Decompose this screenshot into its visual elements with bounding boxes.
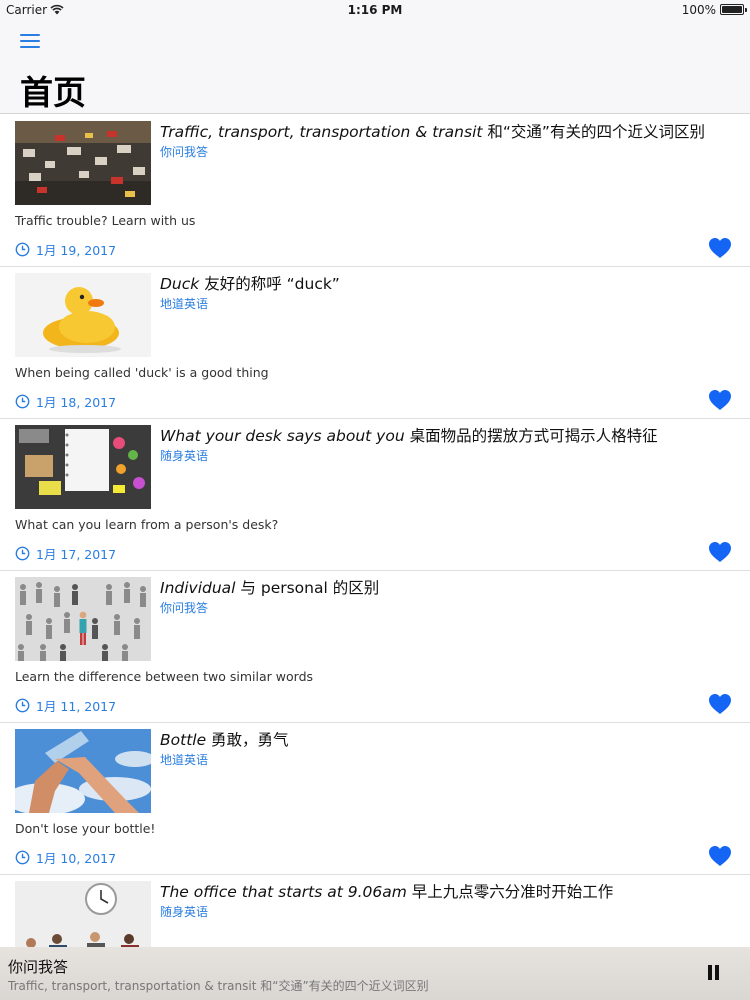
article-category[interactable]: 你问我答 — [160, 599, 208, 616]
article-summary: What can you learn from a person's desk? — [15, 517, 279, 532]
clock-icon — [15, 546, 30, 560]
article-thumbnail-duck[interactable] — [15, 273, 151, 357]
article-category[interactable]: 随身英语 — [160, 447, 208, 464]
clock-icon — [15, 850, 30, 864]
article-category[interactable]: 你问我答 — [160, 143, 208, 160]
clock-icon — [15, 698, 30, 712]
favorite-heart-icon[interactable] — [708, 693, 732, 715]
article-title[interactable]: Traffic, transport, transportation & tra… — [160, 120, 740, 142]
article-date: 1月 11, 2017 — [15, 696, 116, 714]
article-item[interactable]: Traffic, transport, transportation & tra… — [0, 115, 750, 267]
article-title[interactable]: Duck 友好的称呼 “duck” — [160, 272, 740, 294]
hamburger-menu-icon[interactable] — [20, 32, 42, 50]
article-summary: When being called 'duck' is a good thing — [15, 365, 269, 380]
pause-icon[interactable] — [708, 965, 720, 981]
favorite-heart-icon[interactable] — [708, 541, 732, 563]
navigation-bar: 首页 — [0, 20, 750, 114]
clock-icon — [15, 242, 30, 256]
article-summary: Learn the difference between two similar… — [15, 669, 314, 684]
article-category[interactable]: 随身英语 — [160, 903, 208, 920]
article-item[interactable]: Bottle 勇敢，勇气 地道英语 Don't lose your bottle… — [0, 723, 750, 875]
article-thumbnail-traffic[interactable] — [15, 121, 151, 205]
article-thumbnail-desk[interactable] — [15, 425, 151, 509]
page-title: 首页 — [20, 73, 86, 112]
article-item[interactable]: Duck 友好的称呼 “duck” 地道英语 When being called… — [0, 267, 750, 419]
article-title[interactable]: The office that starts at 9.06am 早上九点零六分… — [160, 880, 740, 902]
article-date: 1月 18, 2017 — [15, 392, 116, 410]
article-summary: Traffic trouble? Learn with us — [15, 213, 196, 228]
article-title[interactable]: What your desk says about you 桌面物品的摆放方式可… — [160, 424, 740, 446]
article-date: 1月 17, 2017 — [15, 544, 116, 562]
article-list[interactable]: Traffic, transport, transportation & tra… — [0, 115, 750, 947]
clock-icon — [15, 394, 30, 408]
article-title[interactable]: Bottle 勇敢，勇气 — [160, 728, 740, 750]
article-item[interactable]: The office that starts at 9.06am 早上九点零六分… — [0, 875, 750, 947]
article-category[interactable]: 地道英语 — [160, 295, 208, 312]
favorite-heart-icon[interactable] — [708, 389, 732, 411]
battery-percent: 100% — [681, 3, 716, 17]
article-item[interactable]: Individual 与 personal 的区别 你问我答 Learn the… — [0, 571, 750, 723]
article-category[interactable]: 地道英语 — [160, 751, 208, 768]
clock-time: 1:16 PM — [347, 3, 403, 17]
status-bar: Carrier 1:16 PM 100% — [0, 0, 750, 20]
article-thumbnail-crowd[interactable] — [15, 577, 151, 661]
battery-icon — [720, 4, 747, 15]
now-playing-title: 你问我答 — [8, 958, 69, 976]
favorite-heart-icon[interactable] — [708, 237, 732, 259]
article-date: 1月 19, 2017 — [15, 240, 116, 258]
article-thumbnail-office-clock[interactable] — [15, 881, 151, 947]
now-playing-subtitle: Traffic, transport, transportation & tra… — [8, 979, 429, 993]
now-playing-bar[interactable]: 你问我答 Traffic, transport, transportation … — [0, 947, 750, 1000]
article-date: 1月 10, 2017 — [15, 848, 116, 866]
article-summary: Don't lose your bottle! — [15, 821, 156, 836]
article-thumbnail-bottle[interactable] — [15, 729, 151, 813]
article-item[interactable]: What your desk says about you 桌面物品的摆放方式可… — [0, 419, 750, 571]
article-title[interactable]: Individual 与 personal 的区别 — [160, 576, 740, 598]
favorite-heart-icon[interactable] — [708, 845, 732, 867]
